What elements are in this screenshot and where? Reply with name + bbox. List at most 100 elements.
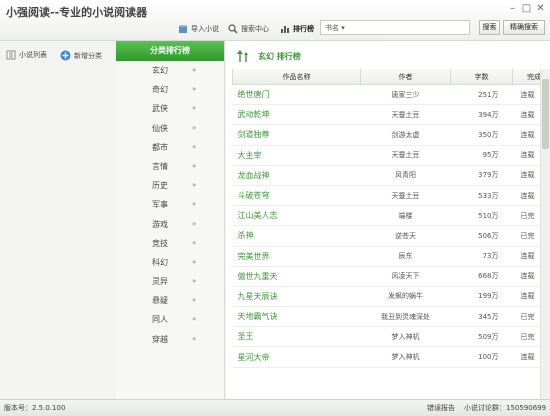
column-header-words[interactable]: 字数 xyxy=(450,69,513,85)
cell-name[interactable]: 完美世界 xyxy=(232,246,361,267)
ranking-button[interactable]: 排行榜 xyxy=(280,24,314,34)
table-row[interactable]: 江山美人志 端楼 510万 已完 xyxy=(232,205,540,227)
table-row[interactable]: 傲世九重天 风凌天下 668万 连载 xyxy=(232,266,540,287)
sidebar xyxy=(0,41,115,399)
category-item[interactable]: 历史 » xyxy=(116,176,224,195)
cell-author: 天蚕土豆 xyxy=(360,145,451,166)
cell-name[interactable]: 江山美人志 xyxy=(232,205,361,227)
category-label: 武侠 xyxy=(152,104,168,114)
cell-name[interactable]: 龙血战神 xyxy=(232,165,361,186)
title-bar: 小强阅读--专业的小说阅读器 – □ ✕ 导入小说 搜索中心 排行榜 书名 ▾ … xyxy=(0,0,550,41)
category-item[interactable]: 灵异 » xyxy=(116,272,224,291)
double-arrow-icon: » xyxy=(192,334,197,343)
column-header-name[interactable]: 作品名称 xyxy=(232,69,361,85)
cell-status: 连载 xyxy=(512,346,540,368)
search-button[interactable]: 搜索 xyxy=(479,20,500,35)
category-item[interactable]: 科幻 » xyxy=(116,253,224,272)
table-row[interactable]: 绝世唐门 唐家三少 251万 连载 xyxy=(232,84,540,106)
category-item[interactable]: 玄幻 » xyxy=(116,61,224,80)
category-item[interactable]: 仙侠 » xyxy=(116,119,224,138)
table-row[interactable]: 圣王 梦入神机 509万 已完 xyxy=(232,326,540,348)
category-header: 分类排行榜 xyxy=(116,41,224,61)
category-item[interactable]: 同人 » xyxy=(116,310,224,329)
double-arrow-icon: » xyxy=(192,238,197,247)
table-row[interactable]: 武动乾坤 天蚕土豆 394万 连载 xyxy=(232,104,540,126)
cell-author: 风凌天下 xyxy=(360,266,451,287)
cell-words: 533万 xyxy=(450,185,513,207)
cell-author: 辰东 xyxy=(360,246,451,267)
category-item[interactable]: 悬疑 » xyxy=(116,291,224,310)
cell-status: 连载 xyxy=(512,124,540,146)
cell-words: 509万 xyxy=(450,326,513,348)
version-text: 版本号：2.5.0.100 xyxy=(4,404,66,412)
column-header-status[interactable]: 完成状 xyxy=(512,69,540,85)
cell-words: 100万 xyxy=(450,346,513,368)
cell-status: 连载 xyxy=(512,84,540,106)
cell-author: 天蚕土豆 xyxy=(360,104,451,126)
search-center-button[interactable]: 搜索中心 xyxy=(228,24,269,34)
category-item[interactable]: 武侠 » xyxy=(116,99,224,118)
scrollbar-thumb[interactable] xyxy=(542,79,549,149)
table-row[interactable]: 斗破苍穹 天蚕土豆 533万 连载 xyxy=(232,185,540,207)
ranking-list-panel: 玄幻 排行榜 作品名称 作者 字数 完成状 绝世唐门唐家三少251万连载武动乾坤… xyxy=(226,41,550,399)
novel-list-label: 小说列表 xyxy=(19,51,47,59)
double-arrow-icon: » xyxy=(192,104,197,113)
category-label: 言情 xyxy=(152,161,168,171)
chevron-down-icon: ▾ xyxy=(341,24,345,32)
cell-name[interactable]: 圣王 xyxy=(232,326,361,348)
double-arrow-icon: » xyxy=(192,161,197,170)
vertical-scrollbar[interactable] xyxy=(540,69,550,399)
close-icon[interactable]: ✕ xyxy=(534,3,547,15)
cell-name[interactable]: 九星天辰诀 xyxy=(232,286,361,308)
search-type-select[interactable]: 书名 ▾ xyxy=(320,20,470,35)
cell-name[interactable]: 杀神 xyxy=(232,225,361,247)
cell-words: 379万 xyxy=(450,165,513,186)
category-item[interactable]: 言情 » xyxy=(116,157,224,176)
add-category-button[interactable]: 新增分类 xyxy=(60,50,102,61)
table-row[interactable]: 九星天辰诀 发飙的蜗牛 199万 连载 xyxy=(232,286,540,308)
category-list: 玄幻» 奇幻» 武侠» 仙侠» 都市» 言情» 历史» 军事» 游戏» 竞技» 科幻» 灵异» 悬疑» 同… xyxy=(116,61,224,349)
table-row[interactable]: 杀神 逆苍天 506万 已完 xyxy=(232,225,540,247)
cell-author: 唐家三少 xyxy=(360,84,451,106)
cell-name[interactable]: 大主宰 xyxy=(232,145,361,166)
import-novel-button[interactable]: 导入小说 xyxy=(178,24,219,34)
column-header-author[interactable]: 作者 xyxy=(360,69,451,85)
category-label: 竞技 xyxy=(152,238,168,248)
precise-search-button[interactable]: 精确搜索 xyxy=(503,20,545,35)
cell-name[interactable]: 武动乾坤 xyxy=(232,104,361,126)
add-icon xyxy=(60,50,71,61)
category-item[interactable]: 穿越 » xyxy=(116,330,224,349)
cell-words: 345万 xyxy=(450,306,513,328)
cell-words: 251万 xyxy=(450,84,513,106)
category-item[interactable]: 竞技 » xyxy=(116,234,224,253)
cell-name[interactable]: 剑道独尊 xyxy=(232,124,361,146)
category-label: 奇幻 xyxy=(152,85,168,95)
cell-name[interactable]: 绝世唐门 xyxy=(232,84,361,106)
cell-words: 199万 xyxy=(450,286,513,308)
category-item[interactable]: 奇幻 » xyxy=(116,80,224,99)
cell-status: 连载 xyxy=(512,145,540,166)
table-row[interactable]: 星河大帝 梦入神机 100万 连载 xyxy=(232,346,540,368)
table-row[interactable]: 龙血战神 风青阳 379万 连载 xyxy=(232,165,540,186)
cell-words: 350万 xyxy=(450,124,513,146)
table-row[interactable]: 剑道独尊 剑游太虚 350万 连载 xyxy=(232,124,540,146)
cell-name[interactable]: 傲世九重天 xyxy=(232,266,361,287)
category-label: 军事 xyxy=(152,200,168,210)
status-bar: 版本号：2.5.0.100 错误报告 小说讨论群：150590699 xyxy=(0,399,550,416)
cell-status: 连载 xyxy=(512,165,540,186)
minimize-icon[interactable]: – xyxy=(506,3,519,15)
cell-author: 发飙的蜗牛 xyxy=(360,286,451,308)
cell-name[interactable]: 斗破苍穹 xyxy=(232,185,361,207)
maximize-icon[interactable]: □ xyxy=(520,3,533,15)
table-row[interactable]: 完美世界 辰东 73万 连载 xyxy=(232,246,540,267)
category-item[interactable]: 军事 » xyxy=(116,195,224,214)
novel-list-button[interactable]: 小说列表 xyxy=(6,50,47,60)
category-item[interactable]: 游戏 » xyxy=(116,215,224,234)
error-report-link[interactable]: 错误报告 xyxy=(427,400,455,416)
cell-name[interactable]: 天地霸气诀 xyxy=(232,306,361,328)
table-row[interactable]: 天地霸气诀 我丑到灵魂深处 345万 已完 xyxy=(232,306,540,328)
table-row[interactable]: 大主宰 天蚕土豆 95万 连载 xyxy=(232,145,540,166)
category-item[interactable]: 都市 » xyxy=(116,138,224,157)
cell-name[interactable]: 星河大帝 xyxy=(232,346,361,368)
double-arrow-icon: » xyxy=(192,85,197,94)
